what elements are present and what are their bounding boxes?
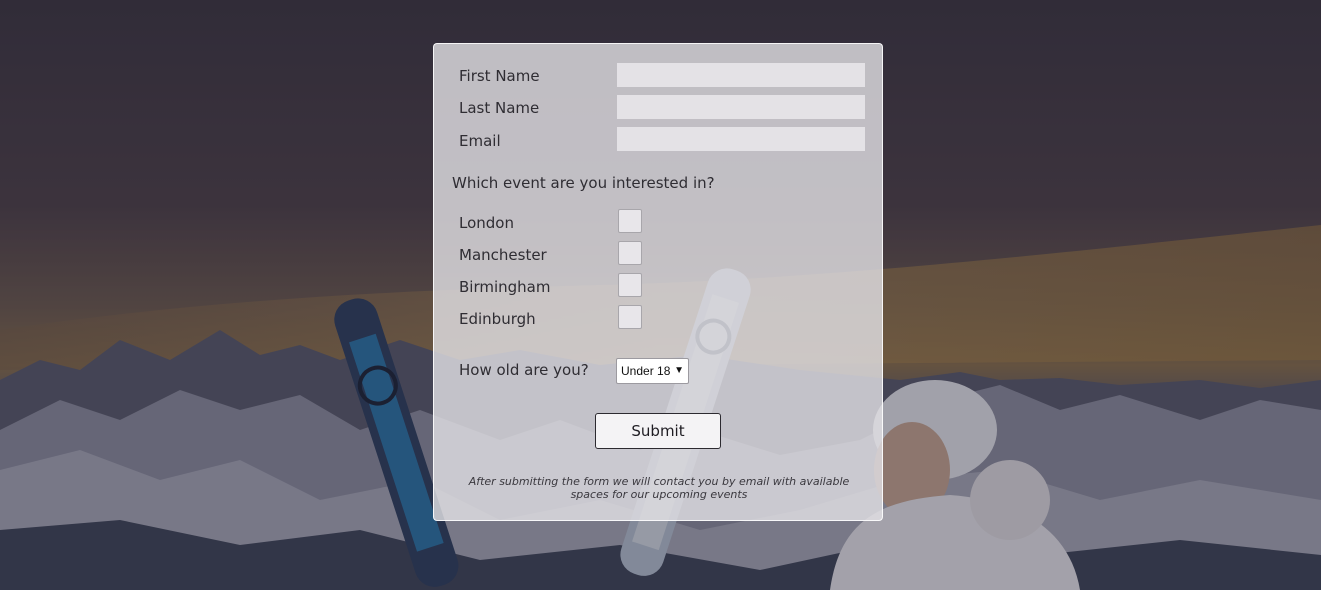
chevron-down-icon: ▼ [674, 365, 684, 376]
event-label-london: London [459, 214, 514, 232]
checkbox-london[interactable] [618, 209, 642, 233]
first-name-label: First Name [459, 67, 540, 85]
first-name-input[interactable] [617, 63, 865, 87]
checkbox-manchester[interactable] [618, 241, 642, 265]
submit-button[interactable]: Submit [595, 413, 721, 449]
form-note: After submitting the form we will contac… [468, 475, 850, 501]
checkbox-edinburgh[interactable] [618, 305, 642, 329]
event-label-birmingham: Birmingham [459, 278, 551, 296]
last-name-label: Last Name [459, 99, 540, 117]
age-label: How old are you? [459, 361, 589, 379]
event-label-manchester: Manchester [459, 246, 547, 264]
event-question: Which event are you interested in? [452, 174, 715, 192]
checkbox-birmingham[interactable] [618, 273, 642, 297]
email-label: Email [459, 132, 501, 150]
last-name-input[interactable] [617, 95, 865, 119]
age-select-value: Under 18 [621, 364, 671, 378]
email-input[interactable] [617, 127, 865, 151]
age-select[interactable]: Under 18 ▼ [616, 358, 689, 384]
signup-form: First Name Last Name Email Which event a… [433, 43, 883, 521]
event-label-edinburgh: Edinburgh [459, 310, 536, 328]
